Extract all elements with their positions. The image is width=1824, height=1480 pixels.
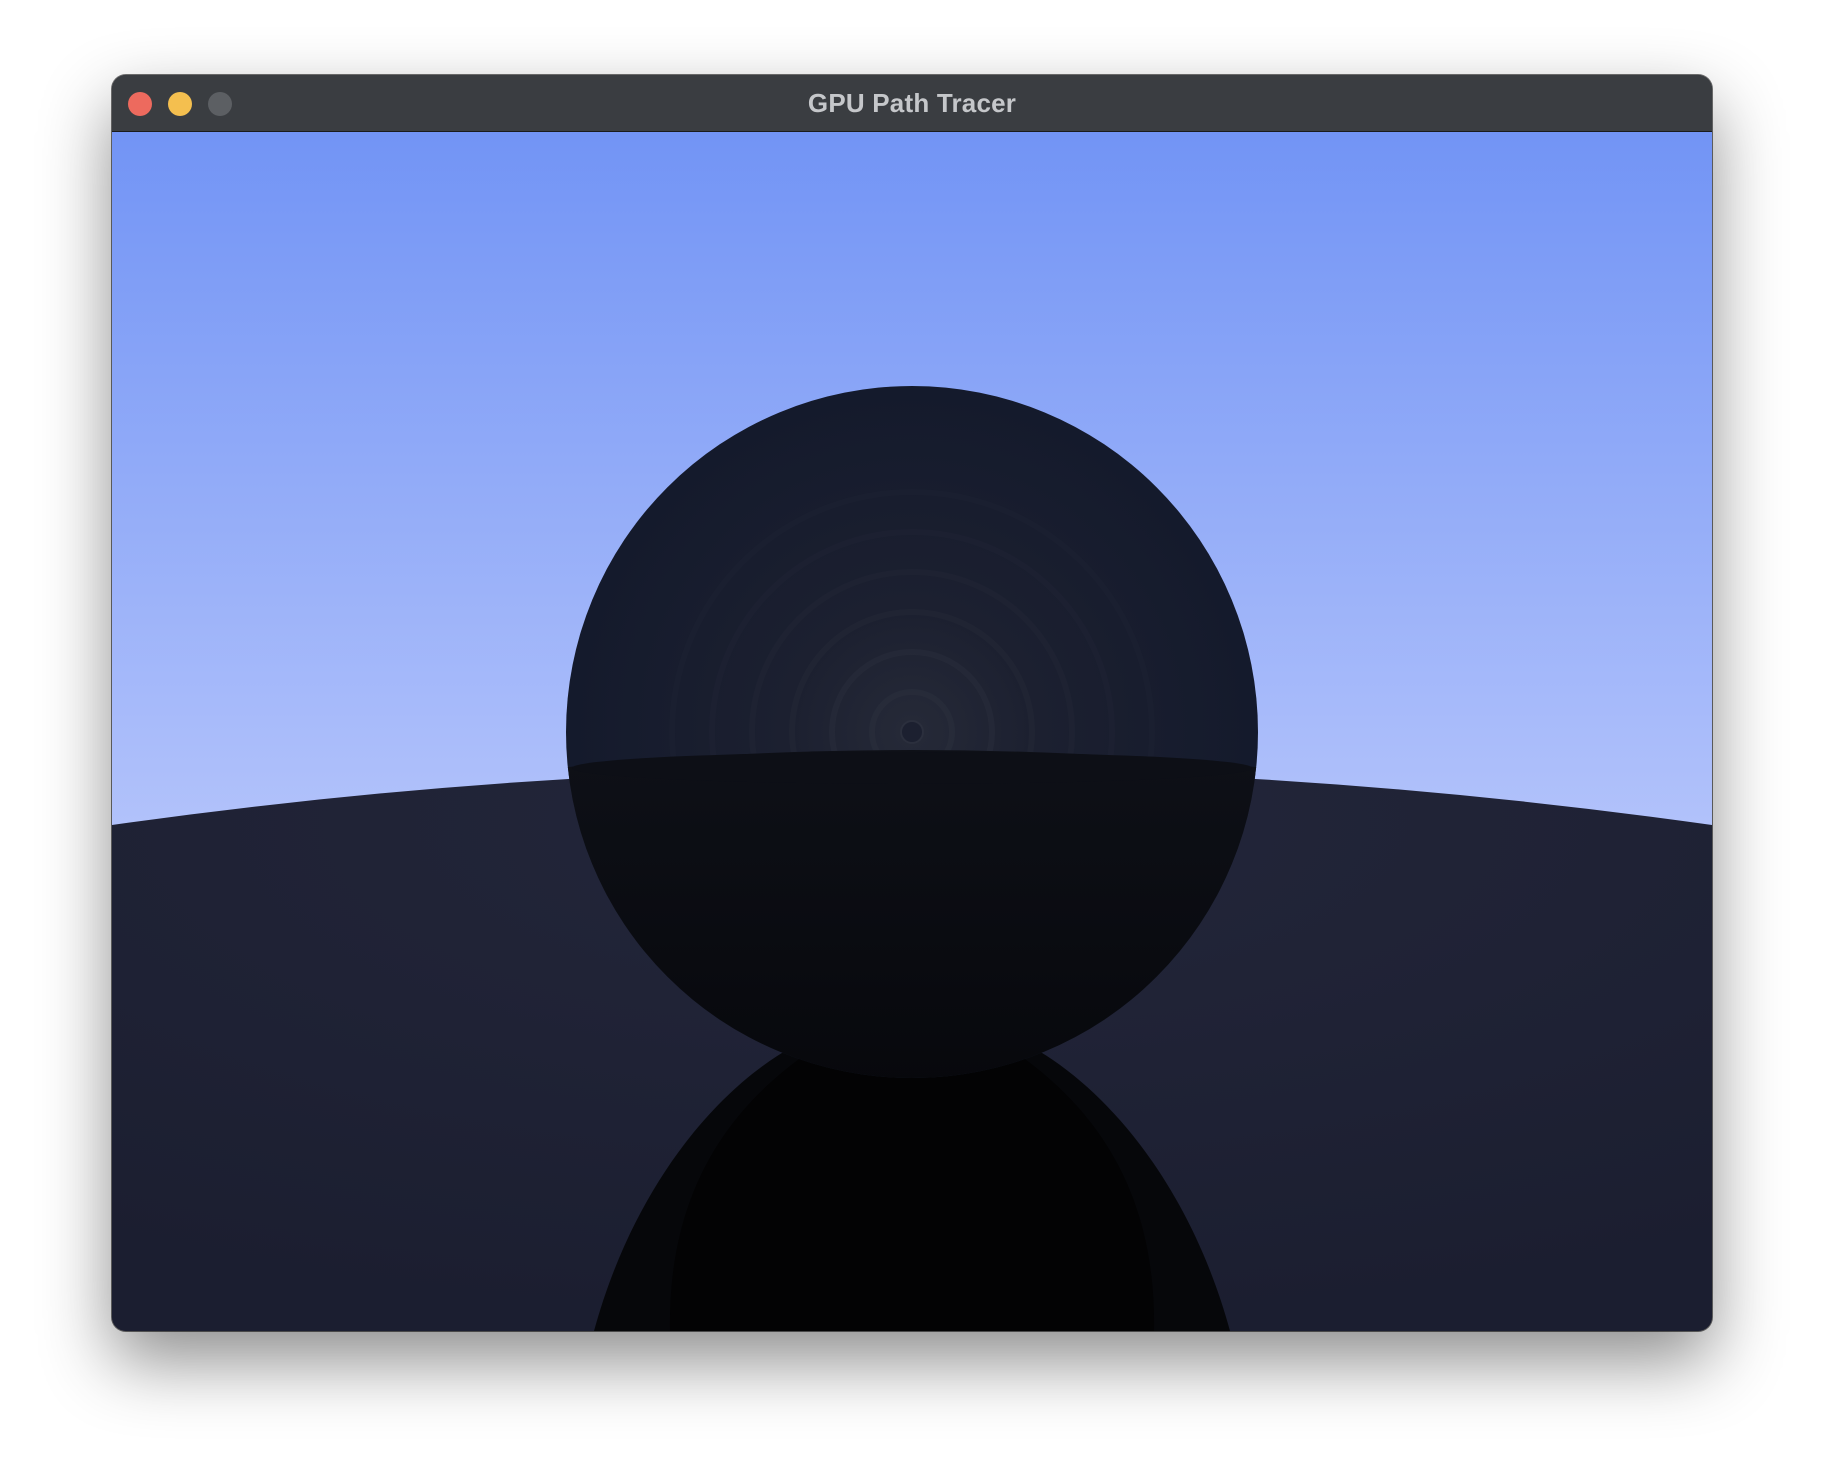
app-window: GPU Path Tracer [112, 75, 1712, 1331]
rendered-scene [112, 132, 1712, 1331]
title-bar[interactable]: GPU Path Tracer [112, 75, 1712, 132]
window-title: GPU Path Tracer [807, 88, 1017, 118]
render-viewport[interactable] [112, 132, 1712, 1331]
